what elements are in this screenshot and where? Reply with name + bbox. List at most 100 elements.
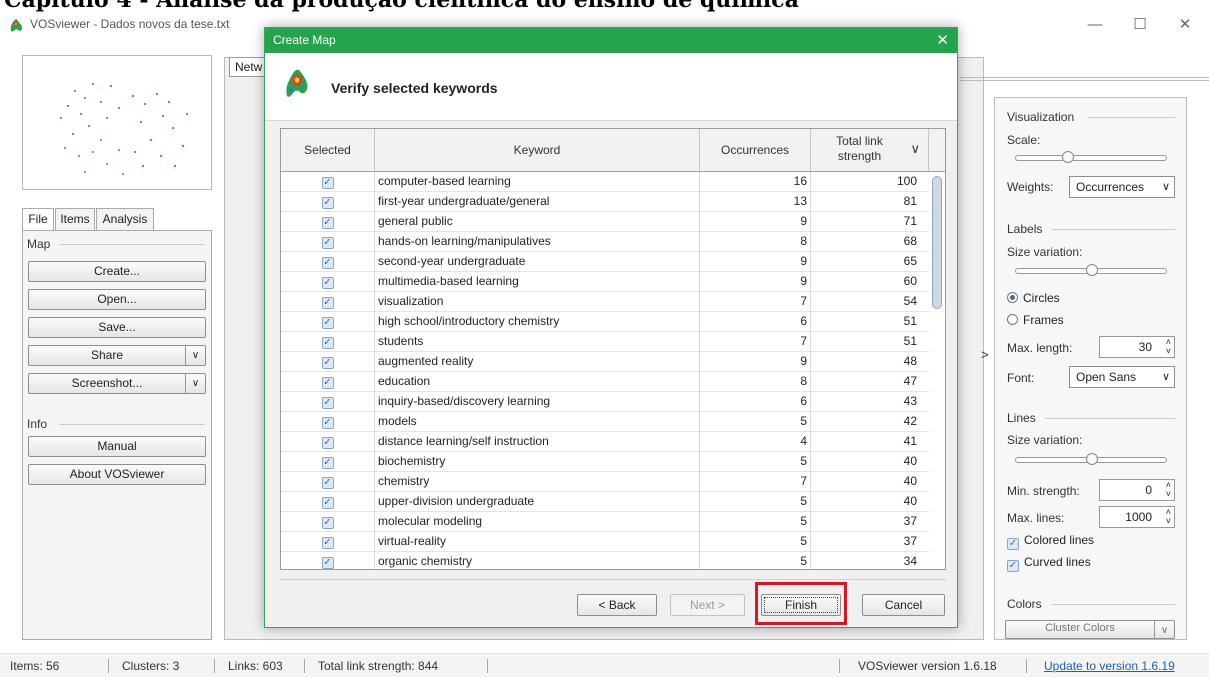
frames-radio[interactable]: Frames <box>1007 313 1064 327</box>
chevron-down-icon[interactable]: ∨ <box>1154 621 1174 638</box>
cluster-colors-button[interactable]: Cluster Colors ∨ <box>1005 620 1175 639</box>
column-occurrences[interactable]: Occurrences <box>700 129 811 171</box>
column-total-link-strength[interactable]: Total link strength ∨ <box>811 129 929 171</box>
row-checkbox-cell[interactable]: ✓ <box>281 472 375 492</box>
row-checkbox-cell[interactable]: ✓ <box>281 212 375 232</box>
row-checkbox-cell[interactable]: ✓ <box>281 172 375 192</box>
table-row[interactable]: ✓ education 8 47 <box>281 372 929 392</box>
spin-arrows-icon[interactable]: ˄ ˅ <box>1166 481 1171 499</box>
share-button[interactable]: Share ∨ <box>28 345 206 366</box>
checkbox-checked-icon[interactable]: ✓ <box>321 177 334 189</box>
table-row[interactable]: ✓ distance learning/self instruction 4 41 <box>281 432 929 452</box>
checkbox-checked-icon[interactable]: ✓ <box>321 377 334 389</box>
close-icon[interactable]: ✕ <box>936 28 949 53</box>
save-button[interactable]: Save... <box>28 317 206 338</box>
lines-size-slider[interactable] <box>1015 453 1167 465</box>
checkbox-checked-icon[interactable]: ✓ <box>321 237 334 249</box>
row-checkbox-cell[interactable]: ✓ <box>281 192 375 212</box>
table-row[interactable]: ✓ models 5 42 <box>281 412 929 432</box>
table-row[interactable]: ✓ augmented reality 9 48 <box>281 352 929 372</box>
table-row[interactable]: ✓ multimedia-based learning 9 60 <box>281 272 929 292</box>
table-row[interactable]: ✓ computer-based learning 16 100 <box>281 172 929 192</box>
back-button[interactable]: < Back <box>577 594 657 616</box>
row-checkbox-cell[interactable]: ✓ <box>281 332 375 352</box>
checkbox-checked-icon[interactable]: ✓ <box>321 437 334 449</box>
checkbox-checked-icon[interactable]: ✓ <box>321 357 334 369</box>
checkbox-checked-icon[interactable]: ✓ <box>321 497 334 509</box>
row-checkbox-cell[interactable]: ✓ <box>281 392 375 412</box>
curved-lines-checkbox[interactable]: ✓ Curved lines <box>1007 555 1091 572</box>
row-checkbox-cell[interactable]: ✓ <box>281 252 375 272</box>
table-row[interactable]: ✓ biochemistry 5 40 <box>281 452 929 472</box>
checkbox-checked-icon[interactable]: ✓ <box>321 197 334 209</box>
labels-size-slider[interactable] <box>1015 264 1167 276</box>
row-checkbox-cell[interactable]: ✓ <box>281 452 375 472</box>
checkbox-checked-icon[interactable]: ✓ <box>321 537 334 549</box>
update-link[interactable]: Update to version 1.6.19 <box>1044 659 1175 673</box>
max-lines-spinner[interactable]: 1000 ˄ ˅ <box>1099 506 1175 528</box>
screenshot-button[interactable]: Screenshot... ∨ <box>28 373 206 394</box>
tab-analysis[interactable]: Analysis <box>96 208 154 230</box>
checkbox-checked-icon[interactable]: ✓ <box>321 557 334 569</box>
expand-panel-arrow[interactable]: > <box>981 347 989 362</box>
open-button[interactable]: Open... <box>28 289 206 310</box>
table-row[interactable]: ✓ chemistry 7 40 <box>281 472 929 492</box>
table-row[interactable]: ✓ upper-division undergraduate 5 40 <box>281 492 929 512</box>
row-checkbox-cell[interactable]: ✓ <box>281 312 375 332</box>
cancel-button[interactable]: Cancel <box>862 594 945 616</box>
row-checkbox-cell[interactable]: ✓ <box>281 352 375 372</box>
slider-knob[interactable] <box>1086 264 1098 276</box>
spin-arrows-icon[interactable]: ˄ ˅ <box>1166 338 1171 356</box>
min-strength-spinner[interactable]: 0 ˄ ˅ <box>1099 479 1175 501</box>
table-row[interactable]: ✓ high school/introductory chemistry 6 51 <box>281 312 929 332</box>
chevron-down-icon[interactable]: ∨ <box>185 346 205 365</box>
checkbox-checked-icon[interactable]: ✓ <box>321 217 334 229</box>
table-row[interactable]: ✓ second-year undergraduate 9 65 <box>281 252 929 272</box>
row-checkbox-cell[interactable]: ✓ <box>281 492 375 512</box>
table-row[interactable]: ✓ organic chemistry 5 34 <box>281 552 929 569</box>
scale-slider[interactable] <box>1015 151 1167 163</box>
tab-file[interactable]: File <box>22 208 54 231</box>
column-keyword[interactable]: Keyword <box>375 129 700 171</box>
slider-knob[interactable] <box>1062 151 1074 163</box>
row-checkbox-cell[interactable]: ✓ <box>281 412 375 432</box>
close-window-button[interactable]: ✕ <box>1165 14 1205 36</box>
row-checkbox-cell[interactable]: ✓ <box>281 372 375 392</box>
table-row[interactable]: ✓ visualization 7 54 <box>281 292 929 312</box>
maximize-button[interactable]: ☐ <box>1120 14 1160 36</box>
table-row[interactable]: ✓ general public 9 71 <box>281 212 929 232</box>
about-button[interactable]: About VOSviewer <box>28 464 206 485</box>
checkbox-checked-icon[interactable]: ✓ <box>321 297 334 309</box>
table-row[interactable]: ✓ molecular modeling 5 37 <box>281 512 929 532</box>
checkbox-checked-icon[interactable]: ✓ <box>321 417 334 429</box>
chevron-down-icon[interactable]: ∨ <box>185 374 205 393</box>
checkbox-checked-icon[interactable]: ✓ <box>321 397 334 409</box>
table-row[interactable]: ✓ hands-on learning/manipulatives 8 68 <box>281 232 929 252</box>
minimize-button[interactable]: — <box>1075 14 1115 36</box>
create-button[interactable]: Create... <box>28 261 206 282</box>
row-checkbox-cell[interactable]: ✓ <box>281 512 375 532</box>
checkbox-checked-icon[interactable]: ✓ <box>321 517 334 529</box>
checkbox-checked-icon[interactable]: ✓ <box>321 277 334 289</box>
slider-knob[interactable] <box>1086 453 1098 465</box>
table-row[interactable]: ✓ inquiry-based/discovery learning 6 43 <box>281 392 929 412</box>
font-select[interactable]: Open Sans ∨ <box>1069 366 1175 388</box>
next-button[interactable]: Next > <box>670 594 745 616</box>
circles-radio[interactable]: Circles <box>1007 291 1060 305</box>
max-length-spinner[interactable]: 30 ˄ ˅ <box>1099 336 1175 358</box>
row-checkbox-cell[interactable]: ✓ <box>281 552 375 569</box>
table-row[interactable]: ✓ students 7 51 <box>281 332 929 352</box>
checkbox-checked-icon[interactable]: ✓ <box>321 457 334 469</box>
row-checkbox-cell[interactable]: ✓ <box>281 272 375 292</box>
checkbox-checked-icon[interactable]: ✓ <box>321 337 334 349</box>
checkbox-checked-icon[interactable]: ✓ <box>321 257 334 269</box>
spin-arrows-icon[interactable]: ˄ ˅ <box>1166 508 1171 526</box>
row-checkbox-cell[interactable]: ✓ <box>281 432 375 452</box>
checkbox-checked-icon[interactable]: ✓ <box>321 317 334 329</box>
row-checkbox-cell[interactable]: ✓ <box>281 292 375 312</box>
table-row[interactable]: ✓ first-year undergraduate/general 13 81 <box>281 192 929 212</box>
weights-select[interactable]: Occurrences ∨ <box>1069 176 1175 198</box>
overview-map[interactable] <box>22 55 212 190</box>
tab-items[interactable]: Items <box>55 208 95 230</box>
checkbox-checked-icon[interactable]: ✓ <box>321 477 334 489</box>
